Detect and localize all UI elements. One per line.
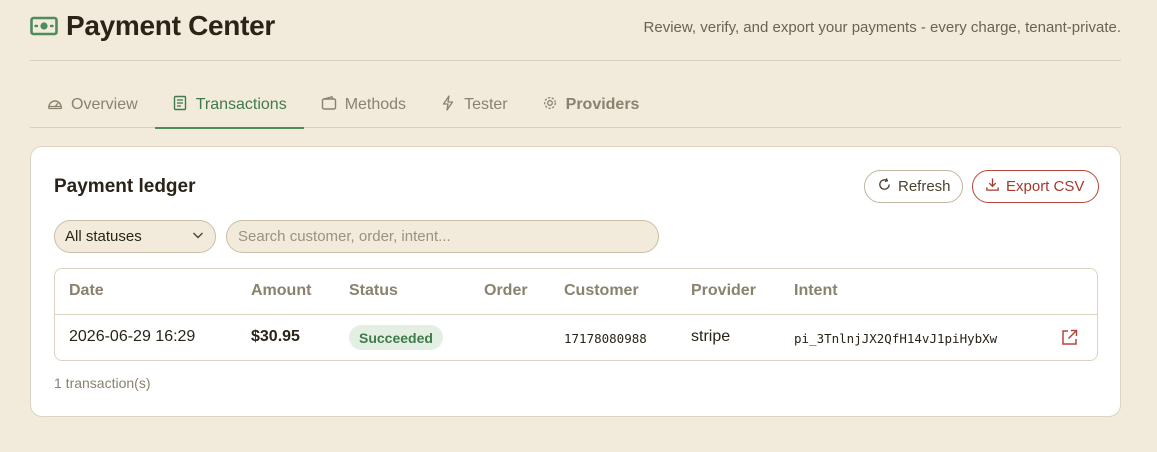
tab-label: Overview bbox=[71, 96, 138, 113]
banknote-icon bbox=[30, 15, 58, 37]
tab-providers[interactable]: Providers bbox=[525, 82, 657, 128]
ledger-table: Date Amount Status Order Customer Provid… bbox=[54, 268, 1098, 361]
cell-customer: 17178080988 bbox=[564, 331, 647, 346]
tab-methods[interactable]: Methods bbox=[304, 82, 423, 128]
chevron-down-icon bbox=[191, 228, 205, 246]
tab-label: Transactions bbox=[195, 96, 287, 113]
cell-intent: pi_3TnlnjJX2QfH14vJ1piHybXw bbox=[794, 331, 998, 346]
tab-tester[interactable]: Tester bbox=[423, 82, 525, 128]
tab-label: Methods bbox=[344, 96, 407, 113]
tab-label: Tester bbox=[464, 96, 508, 113]
transaction-count: 1 transaction(s) bbox=[54, 375, 151, 391]
tab-transactions[interactable]: Transactions bbox=[154, 82, 304, 129]
status-filter-value: All statuses bbox=[65, 228, 142, 245]
cell-provider: stripe bbox=[691, 328, 731, 345]
receipt-icon bbox=[172, 95, 188, 116]
search-input[interactable] bbox=[226, 220, 659, 253]
page-title: Payment Center bbox=[66, 10, 275, 41]
refresh-button[interactable]: Refresh bbox=[864, 170, 963, 203]
status-badge: Succeeded bbox=[349, 325, 443, 350]
column-header-status: Status bbox=[349, 282, 398, 299]
wallet-icon bbox=[321, 95, 337, 116]
download-icon bbox=[985, 177, 1000, 196]
export-csv-button[interactable]: Export CSV bbox=[972, 170, 1099, 203]
tab-label: Providers bbox=[565, 96, 640, 113]
brand: Payment Center bbox=[30, 10, 275, 42]
column-header-customer: Customer bbox=[564, 282, 639, 299]
column-header-intent: Intent bbox=[794, 282, 838, 299]
external-link-icon[interactable] bbox=[1060, 328, 1079, 347]
payment-ledger-card: Payment ledger Refresh Export CSV All st… bbox=[30, 146, 1121, 417]
page-tagline: Review, verify, and export your payments… bbox=[643, 19, 1121, 36]
column-header-provider: Provider bbox=[691, 282, 756, 299]
lightning-icon bbox=[440, 94, 456, 116]
gauge-icon bbox=[47, 95, 63, 116]
tab-bar: Overview Transactions Methods Tester Pro… bbox=[30, 82, 1121, 129]
export-label: Export CSV bbox=[1006, 178, 1085, 195]
column-header-amount: Amount bbox=[251, 282, 312, 299]
cell-amount: $30.95 bbox=[251, 328, 300, 345]
status-filter-select[interactable]: All statuses bbox=[54, 220, 216, 253]
page-header: Payment Center Review, verify, and expor… bbox=[30, 0, 1121, 61]
table-row[interactable]: 2026-06-29 16:29 $30.95 Succeeded 171780… bbox=[55, 315, 1097, 360]
cell-date: 2026-06-29 16:29 bbox=[69, 328, 196, 345]
table-header: Date Amount Status Order Customer Provid… bbox=[55, 269, 1097, 315]
refresh-label: Refresh bbox=[898, 178, 951, 195]
refresh-icon bbox=[877, 177, 892, 196]
card-title: Payment ledger bbox=[54, 176, 196, 197]
gear-icon bbox=[542, 95, 558, 116]
column-header-order: Order bbox=[484, 282, 528, 299]
tab-overview[interactable]: Overview bbox=[30, 82, 155, 128]
column-header-date: Date bbox=[69, 282, 104, 299]
